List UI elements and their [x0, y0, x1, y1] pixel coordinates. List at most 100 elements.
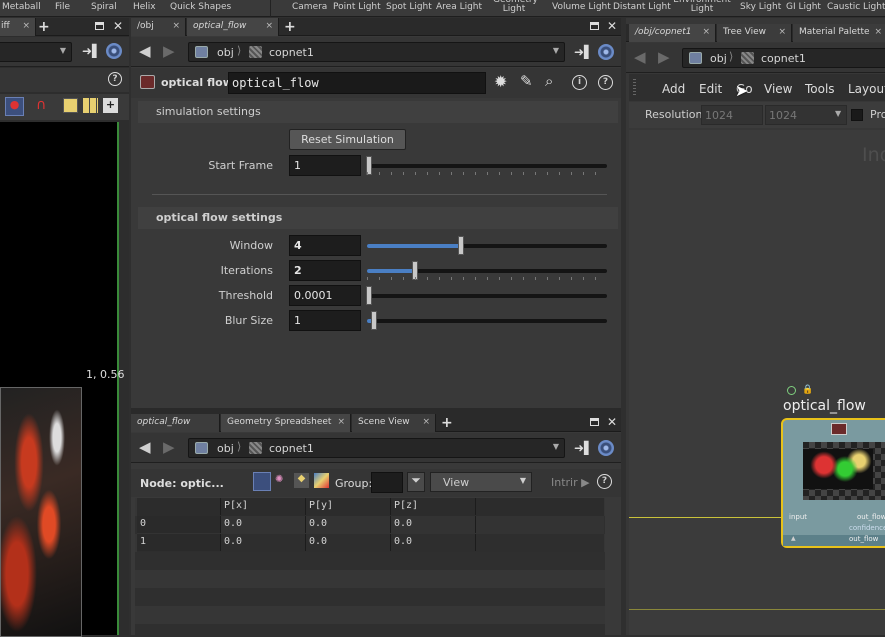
blur-size-slider[interactable] — [367, 311, 607, 330]
add-tab-icon[interactable]: + — [38, 19, 50, 35]
forward-arrow-icon[interactable]: ▶ — [658, 48, 670, 66]
close-icon[interactable]: × — [778, 27, 786, 37]
points-icon[interactable] — [253, 472, 271, 491]
pin-icon[interactable]: ➜▌ — [574, 441, 593, 455]
detail-icon[interactable] — [314, 473, 329, 488]
shelf-quick-shapes[interactable]: Quick Shapes — [170, 2, 231, 12]
header-index[interactable] — [137, 498, 221, 515]
shelf-volume-light[interactable]: Volume Light — [552, 2, 611, 12]
chevron-down-icon[interactable]: ▼ — [553, 46, 559, 55]
add-tab-icon[interactable]: + — [284, 19, 296, 35]
tab-optical-flow-params[interactable]: optical_flow — [131, 414, 220, 432]
window-menu-icon[interactable] — [95, 22, 104, 30]
close-icon[interactable]: × — [874, 27, 882, 37]
viewer-canvas[interactable]: 1, 0.56 — [0, 122, 124, 637]
window-menu-icon[interactable] — [590, 22, 599, 30]
primitives-icon[interactable]: ◆ — [294, 473, 309, 488]
intrinsic-dropdown[interactable]: Intrir ▶ — [551, 476, 590, 489]
view-dropdown[interactable]: View ▼ — [430, 472, 532, 492]
help-icon[interactable]: ? — [598, 75, 613, 90]
threshold-slider[interactable] — [366, 286, 607, 305]
shelf-environment-light[interactable]: Environment Light — [672, 0, 732, 14]
iterations-slider[interactable] — [367, 261, 607, 280]
gear-icon[interactable]: ✹ — [494, 72, 507, 91]
tab-viewer[interactable]: iff × — [0, 18, 36, 36]
vertices-icon[interactable]: ✺ — [275, 474, 283, 485]
output-connector-label[interactable]: out_flow — [857, 513, 885, 521]
header-py[interactable]: P[y] — [306, 498, 391, 515]
path-copnet1[interactable]: copnet1 — [761, 52, 806, 65]
shelf-sky-light[interactable]: Sky Light — [740, 2, 781, 12]
section-simulation-settings[interactable]: simulation settings — [138, 101, 618, 123]
shelf-gi-light[interactable]: GI Light — [786, 2, 821, 12]
shelf-spiral[interactable]: Spiral — [91, 2, 117, 12]
path-copnet1[interactable]: copnet1 — [269, 46, 314, 59]
group-field[interactable] — [371, 472, 403, 493]
node-name-field[interactable]: optical_flow — [228, 72, 486, 94]
input-connector-label[interactable]: input — [789, 513, 807, 521]
shelf-helix[interactable]: Helix — [133, 2, 156, 12]
close-icon[interactable]: × — [22, 21, 30, 31]
menu-add[interactable]: Add — [662, 82, 685, 96]
link-icon[interactable] — [106, 43, 122, 59]
shelf-geometry-light[interactable]: Geometry Light — [493, 0, 538, 14]
pin-icon[interactable]: ➜▌ — [574, 45, 593, 59]
forward-arrow-icon[interactable]: ▶ — [163, 438, 175, 456]
back-arrow-icon[interactable]: ◀ — [634, 48, 646, 66]
tab-scene-view[interactable]: Scene View × — [352, 414, 436, 432]
add-tab-icon[interactable]: + — [441, 415, 453, 431]
iterations-field[interactable]: 2 — [289, 260, 361, 281]
back-arrow-icon[interactable]: ◀ — [139, 42, 151, 60]
close-icon[interactable]: × — [172, 21, 180, 31]
threshold-field[interactable]: 0.0001 — [289, 285, 361, 306]
blur-size-field[interactable]: 1 — [289, 310, 361, 331]
optical-flow-node[interactable]: input out_flow confidence out_flow ▲ — [781, 418, 885, 548]
shelf-distant-light[interactable]: Distant Light — [613, 2, 671, 12]
menu-edit[interactable]: Edit — [699, 82, 722, 96]
confidence-connector-label[interactable]: confidence — [849, 524, 885, 532]
res-x-field[interactable]: 1024 — [701, 105, 763, 125]
close-pane-icon[interactable]: ✕ — [607, 415, 617, 429]
start-frame-slider[interactable] — [366, 156, 607, 175]
path-obj[interactable]: obj — [217, 442, 234, 455]
network-canvas[interactable]: Ind 🔒 optical_flow input out_flow confid… — [629, 130, 885, 635]
tab-material-palette[interactable]: Material Palette × — [793, 24, 885, 42]
window-slider[interactable] — [367, 236, 607, 255]
shelf-caustic-light[interactable]: Caustic Light — [827, 2, 885, 12]
menu-view[interactable]: View — [764, 82, 792, 96]
display-flag-icon[interactable] — [787, 386, 796, 395]
close-pane-icon[interactable]: ✕ — [607, 19, 617, 33]
pin-icon[interactable]: ➜▌ — [82, 44, 101, 58]
snap-icon[interactable] — [63, 98, 78, 113]
close-icon[interactable]: × — [265, 21, 273, 31]
help-icon[interactable]: ? — [597, 474, 612, 489]
header-pz[interactable]: P[z] — [391, 498, 476, 515]
chevron-down-icon[interactable]: ▼ — [553, 442, 559, 451]
magnet-icon[interactable]: ∩ — [36, 97, 46, 113]
info-icon[interactable]: i — [572, 75, 587, 90]
window-menu-icon[interactable] — [590, 418, 599, 426]
grid-icon[interactable] — [83, 98, 98, 113]
lock-icon[interactable]: 🔒 — [802, 385, 813, 395]
tab-obj-copnet1[interactable]: /obj/copnet1 × — [629, 24, 716, 42]
close-icon[interactable]: × — [422, 417, 430, 427]
shelf-spot-light[interactable]: Spot Light — [386, 2, 432, 12]
brush-icon[interactable]: ✎ — [520, 72, 533, 90]
path-breadcrumb[interactable]: obj ⟩ copnet1 ▼ — [188, 42, 565, 62]
table-row[interactable]: 1 0.0 0.0 0.0 — [137, 534, 604, 552]
menu-layout[interactable]: Layout — [848, 82, 885, 96]
tab-obj[interactable]: /obj × — [131, 18, 186, 36]
viewer-path-dropdown[interactable]: ▼ — [0, 42, 72, 62]
path-breadcrumb[interactable]: obj ⟩ copnet1 ▼ — [188, 438, 565, 458]
path-copnet1[interactable]: copnet1 — [269, 442, 314, 455]
forward-arrow-icon[interactable]: ▶ — [163, 42, 175, 60]
link-icon[interactable] — [598, 44, 614, 60]
start-frame-field[interactable]: 1 — [289, 155, 361, 176]
shelf-camera[interactable]: Camera — [292, 2, 327, 12]
shelf-metaball[interactable]: Metaball — [2, 2, 41, 12]
render-icon[interactable]: ● — [5, 97, 24, 116]
tab-optical-flow[interactable]: optical_flow × — [187, 18, 279, 36]
shelf-point-light[interactable]: Point Light — [333, 2, 381, 12]
header-px[interactable]: P[x] — [221, 498, 306, 515]
path-obj[interactable]: obj — [710, 52, 727, 65]
